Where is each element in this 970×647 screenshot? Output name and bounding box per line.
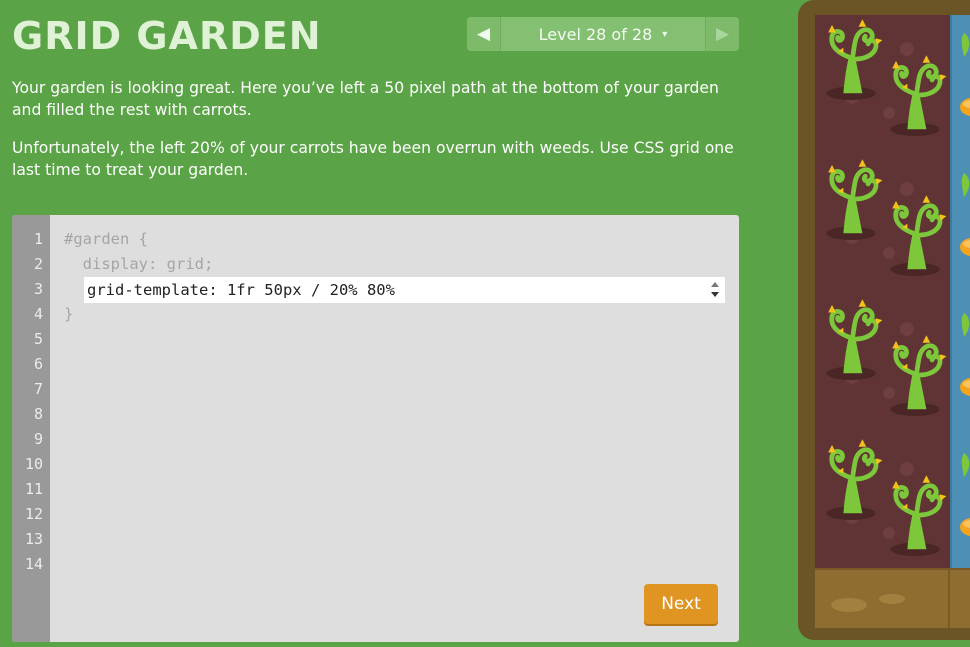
- line-number: 14: [24, 555, 43, 573]
- line-number: 9: [33, 430, 43, 448]
- line-number: 5: [33, 330, 43, 348]
- weed-icon: [890, 335, 947, 416]
- carrot-icon: [960, 238, 970, 256]
- line-number: 7: [33, 380, 43, 398]
- line-number: 13: [24, 530, 43, 548]
- triangle-left-icon: ◀: [476, 24, 491, 44]
- code-line-selector: #garden {: [64, 230, 148, 248]
- instruction-paragraph: Your garden is looking great. Here you’v…: [12, 79, 719, 119]
- line-number: 6: [33, 355, 43, 373]
- line-number: 12: [24, 505, 43, 523]
- line-number: 11: [24, 480, 43, 498]
- carrot-icon: [960, 518, 970, 536]
- carrots-layer: [960, 33, 970, 536]
- carrot-icon: [961, 453, 970, 477]
- weed-icon: [826, 159, 883, 240]
- carrot-icon: [961, 313, 970, 337]
- line-number: 4: [33, 305, 43, 323]
- input-spinner[interactable]: [709, 280, 721, 300]
- next-button[interactable]: Next: [644, 584, 718, 624]
- instruction-paragraph: Unfortunately, the left 20% of your carr…: [12, 139, 734, 179]
- weed-icon: [826, 439, 883, 520]
- water-area: [950, 15, 970, 568]
- carrot-icon: [960, 98, 970, 116]
- weeds-layer: [826, 19, 947, 556]
- code-line-display: display: grid;: [64, 255, 214, 273]
- instructions: Your garden is looking great. Here you’v…: [12, 77, 737, 197]
- spinner-up-icon[interactable]: [711, 282, 719, 287]
- triangle-right-icon: ▶: [715, 24, 730, 44]
- code-line-closing-brace: }: [64, 305, 74, 323]
- previous-level-button[interactable]: ◀: [467, 17, 500, 51]
- level-navigation: ◀ Level 28 of 28 ▾ ▶: [467, 17, 739, 51]
- carrot-icon: [960, 378, 970, 396]
- weed-area: [815, 15, 950, 568]
- weed-icon: [826, 299, 883, 380]
- level-indicator[interactable]: Level 28 of 28 ▾: [500, 17, 706, 51]
- path-divider: [948, 570, 950, 628]
- line-number: 2: [33, 255, 43, 273]
- weed-icon: [826, 19, 883, 100]
- garden-board: [815, 15, 970, 628]
- garden-path: [815, 568, 970, 628]
- app-title: GRID GARDEN: [12, 14, 322, 58]
- next-level-button[interactable]: ▶: [706, 17, 739, 51]
- line-number: 8: [33, 405, 43, 423]
- carrot-icon: [961, 173, 970, 197]
- caret-down-icon: ▾: [662, 28, 668, 40]
- weed-icon: [890, 195, 947, 276]
- css-editor: 1 2 3 4 5 6 7 8 9 10 11 12 13 14 #garden…: [12, 215, 739, 642]
- weed-icon: [890, 475, 947, 556]
- carrot-icon: [961, 33, 970, 57]
- path-stone: [831, 598, 867, 612]
- level-indicator-label: Level 28 of 28: [538, 24, 653, 44]
- spinner-down-icon[interactable]: [711, 292, 719, 297]
- line-number: 10: [24, 455, 43, 473]
- code-input[interactable]: [87, 277, 687, 303]
- weed-icon: [890, 55, 947, 136]
- line-number-gutter: 1 2 3 4 5 6 7 8 9 10 11 12 13 14: [12, 215, 50, 642]
- line-number: 3: [33, 280, 43, 298]
- code-input-field[interactable]: [84, 277, 725, 303]
- path-stone: [879, 594, 905, 604]
- line-number: 1: [33, 230, 43, 248]
